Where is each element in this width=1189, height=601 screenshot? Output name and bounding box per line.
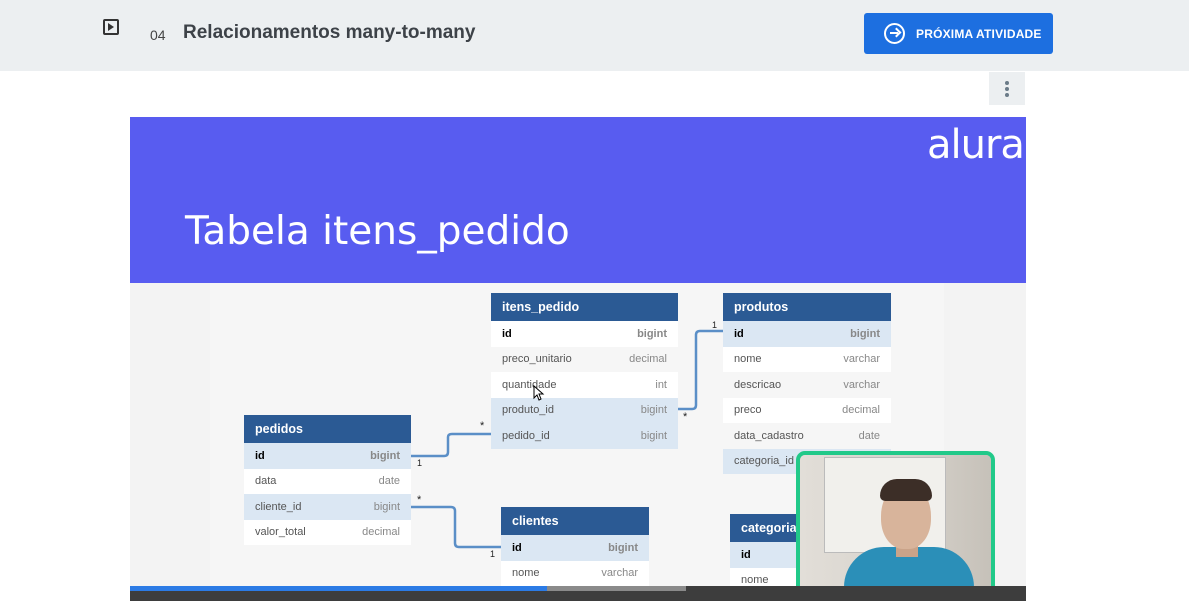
field-type: decimal <box>362 526 400 539</box>
table-title: itens_pedido <box>491 293 678 321</box>
field-type: varchar <box>843 378 880 391</box>
next-activity-label: PRÓXIMA ATIVIDADE <box>916 26 1042 41</box>
field-type: bigint <box>850 327 880 340</box>
relation-itens-produtos <box>678 329 723 411</box>
table-row: data date <box>244 468 411 494</box>
field-name: data_cadastro <box>734 429 804 442</box>
field-name: nome <box>741 574 769 587</box>
table-pedidos: pedidos id bigint data date cliente_id bigi… <box>244 415 411 545</box>
instructor-webcam <box>796 451 995 599</box>
played-bar <box>130 586 547 591</box>
field-name: id <box>741 548 751 561</box>
table-row: pedido_id bigint <box>491 423 678 449</box>
cardinality-one: 1 <box>417 458 423 468</box>
field-type: bigint <box>370 449 400 462</box>
field-name: id <box>512 541 522 554</box>
table-row: produto_id bigint <box>491 397 678 423</box>
field-name: pedido_id <box>502 429 550 442</box>
field-type: date <box>858 429 880 442</box>
field-type: bigint <box>608 541 638 554</box>
field-name: nome <box>734 353 762 366</box>
field-type: bigint <box>637 327 667 340</box>
field-name: id <box>502 327 512 340</box>
table-row: nome varchar <box>723 346 891 372</box>
cardinality-many: * <box>417 494 422 506</box>
table-row: id bigint <box>244 443 411 469</box>
field-name: data <box>255 475 277 488</box>
field-name: produto_id <box>502 404 554 417</box>
field-type: bigint <box>640 404 667 417</box>
relation-pedidos-clientes <box>411 505 501 549</box>
field-name: preco <box>734 404 762 417</box>
arrow-right-circle-icon <box>884 23 905 44</box>
field-name: preco_unitario <box>502 353 572 366</box>
cardinality-many: * <box>683 411 688 423</box>
field-name: cliente_id <box>255 500 302 513</box>
field-type: int <box>655 378 667 391</box>
video-progress-bar[interactable] <box>130 586 1026 601</box>
play-square-icon[interactable] <box>103 19 119 35</box>
table-row: nome varchar <box>501 560 649 586</box>
field-name: descricao <box>734 378 782 391</box>
table-itens-pedido: itens_pedido id bigint preco_unitario deci… <box>491 293 678 449</box>
field-type: bigint <box>373 500 400 513</box>
table-title: pedidos <box>244 415 411 443</box>
field-name: valor_total <box>255 526 306 539</box>
field-type: date <box>378 475 400 488</box>
table-row: valor_total decimal <box>244 519 411 545</box>
lesson-header: 04 Relacionamentos many-to-many PRÓXIMA … <box>0 0 1189 71</box>
kebab-menu-icon[interactable] <box>989 72 1025 105</box>
lesson-title: Relacionamentos many-to-many <box>183 22 476 43</box>
field-type: decimal <box>842 404 880 417</box>
cardinality-one: 1 <box>490 549 496 559</box>
table-row: preco_unitario decimal <box>491 346 678 372</box>
field-type: decimal <box>629 353 667 366</box>
table-row: quantidade int <box>491 372 678 398</box>
table-row: id bigint <box>723 321 891 347</box>
lesson-number: 04 <box>150 27 166 43</box>
table-row: cliente_id bigint <box>244 494 411 520</box>
cardinality-many: * <box>480 420 485 432</box>
table-row: data_cadastro date <box>723 423 891 449</box>
table-title: produtos <box>723 293 891 321</box>
field-name: quantidade <box>502 378 557 391</box>
field-name: categoria_id <box>734 455 794 468</box>
field-type: varchar <box>601 567 638 580</box>
buffered-bar <box>546 586 686 591</box>
table-title: clientes <box>501 507 649 535</box>
field-name: id <box>255 449 265 462</box>
relation-pedidos-itens <box>411 432 491 458</box>
field-type: varchar <box>843 353 880 366</box>
table-row: id bigint <box>501 535 649 561</box>
table-produtos: produtos id bigint nome varchar descricao v… <box>723 293 891 474</box>
table-row: preco decimal <box>723 397 891 423</box>
table-row: descricao varchar <box>723 372 891 398</box>
field-type: bigint <box>640 429 667 442</box>
mouse-cursor-icon <box>533 385 545 401</box>
cardinality-one: 1 <box>712 320 718 330</box>
table-row: id bigint <box>491 321 678 347</box>
field-name: nome <box>512 567 540 580</box>
next-activity-button[interactable]: PRÓXIMA ATIVIDADE <box>864 13 1053 54</box>
field-name: id <box>734 327 744 340</box>
